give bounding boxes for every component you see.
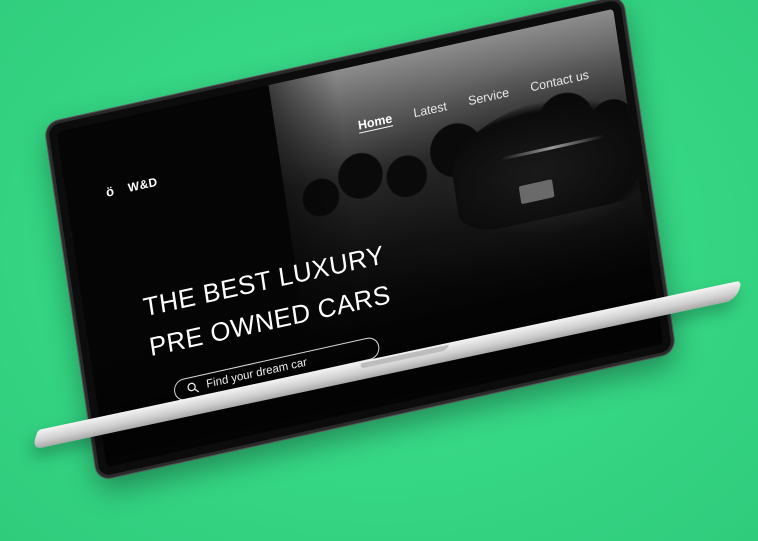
brand-name: W&D [126,174,159,195]
laptop-mockup: ö W&D Home Latest Service Contact us THE… [0,0,758,541]
logo-icon: ö [104,183,116,200]
brand-logo[interactable]: ö W&D [105,174,159,200]
search-icon [187,382,200,393]
